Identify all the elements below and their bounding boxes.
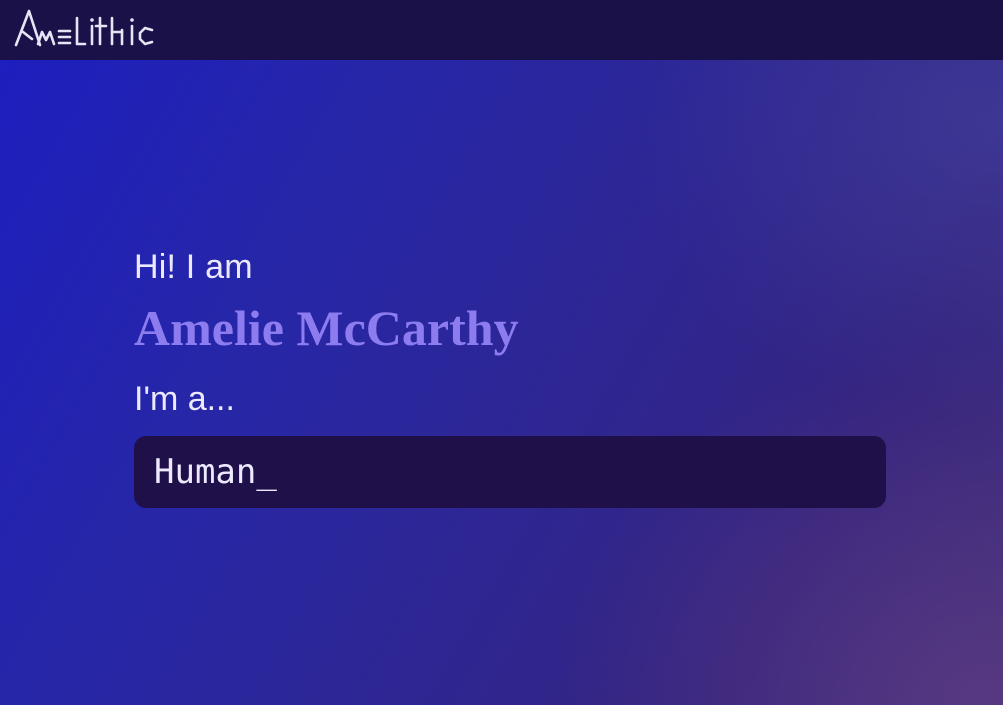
role-typewriter-box: Human_ xyxy=(134,436,886,508)
top-navbar xyxy=(0,0,1003,60)
role-typewriter-text: Human_ xyxy=(154,452,277,492)
person-name: Amelie McCarthy xyxy=(134,300,519,356)
greeting-text: Hi! I am xyxy=(134,248,253,286)
role-prefix-text: I'm a... xyxy=(134,380,235,418)
site-logo[interactable] xyxy=(14,8,158,48)
